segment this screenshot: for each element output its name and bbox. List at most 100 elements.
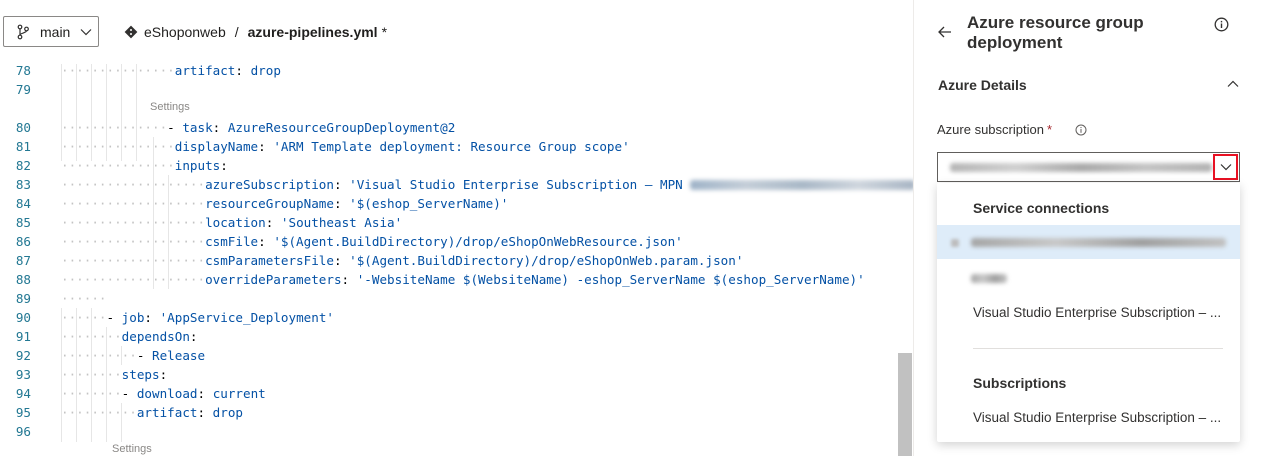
line-number: 78 [15, 64, 31, 78]
list-item[interactable]: Visual Studio Enterprise Subscription – … [937, 401, 1240, 435]
line-number: 89 [15, 291, 31, 306]
code-line[interactable]: 92 ··········- Release [0, 346, 913, 365]
redacted-value [690, 180, 913, 190]
field-label-azure-subscription: Azure subscription * [937, 122, 1052, 137]
indent-guide [76, 64, 77, 161]
code-line[interactable]: 91 ········dependsOn: [0, 327, 913, 346]
line-number: 96 [15, 424, 31, 439]
divider [973, 348, 1223, 349]
code-text: ······ [61, 291, 107, 306]
dropdown-toggle-button[interactable] [1213, 154, 1238, 180]
line-number: 92 [15, 348, 31, 363]
line-number: 83 [15, 177, 31, 192]
code-text: ···············artifact: drop [61, 64, 281, 78]
code-text: ···············inputs: [61, 158, 228, 173]
indent-guide [76, 308, 77, 442]
azure-subscription-select[interactable] [937, 152, 1240, 182]
indent-guide [121, 64, 122, 161]
chevron-down-icon [80, 28, 92, 35]
code-line[interactable]: 85 ···················location: 'Southeas… [0, 213, 913, 232]
redacted-value [950, 163, 1212, 172]
indent-guide [136, 64, 137, 161]
task-assistant-panel: Azure resource group deployment Azure De… [914, 0, 1265, 456]
chevron-down-icon [1220, 164, 1231, 171]
list-item-label: Visual Studio Enterprise Subscription – … [973, 305, 1222, 320]
settings-codelens[interactable]: Settings [150, 101, 190, 113]
code-text: ··········- Release [61, 348, 206, 363]
breadcrumb: eShoponweb / azure-pipelines.yml * [124, 24, 387, 40]
indent-guide [91, 64, 92, 161]
list-item[interactable] [937, 225, 1240, 259]
redacted-value [971, 238, 1226, 247]
indent-guide [91, 308, 92, 442]
line-number: 91 [15, 329, 31, 344]
breadcrumb-separator: / [234, 24, 239, 40]
code-line[interactable]: 89 ······ [0, 289, 913, 308]
code-text: ···················resourceGroupName: '$… [61, 196, 509, 211]
branch-label: main [40, 23, 71, 40]
file-name: azure-pipelines.yml [247, 24, 378, 40]
line-number: 93 [15, 367, 31, 382]
editor-header: main eShoponweb / azure-pipelines.yml * [0, 0, 913, 64]
code-line[interactable]: 90 ······- job: 'AppService_Deployment' [0, 308, 913, 327]
field-label-text: Azure subscription [937, 122, 1044, 137]
chevron-up-icon[interactable] [1227, 80, 1239, 88]
code-line[interactable]: 86 ···················csmFile: '$(Agent.B… [0, 232, 913, 251]
git-repo-icon [124, 25, 138, 39]
indent-guide [61, 308, 62, 442]
indent-guide [106, 64, 107, 161]
indent-guide [61, 64, 62, 161]
line-number: 81 [15, 139, 31, 154]
unsaved-marker: * [381, 24, 388, 40]
repo-name-link[interactable]: eShoponweb [144, 24, 226, 40]
indent-guide [153, 137, 154, 289]
code-text: ······- job: 'AppService_Deployment' [61, 310, 334, 325]
line-number: 88 [15, 272, 31, 287]
subscription-dropdown-list: Service connections Visual Studio Enterp… [937, 183, 1240, 442]
line-number: 95 [15, 405, 31, 420]
code-line[interactable]: 87 ···················csmParametersFile: … [0, 251, 913, 270]
info-icon[interactable] [1075, 124, 1087, 136]
line-number: 94 [15, 386, 31, 401]
code-text: ···················csmParametersFile: '$… [61, 253, 744, 268]
branch-icon [17, 24, 29, 39]
code-line[interactable]: 96 [0, 422, 913, 441]
yaml-code-editor[interactable]: Settings Settings 78 ···············artif… [0, 64, 913, 456]
code-text: ··········artifact: drop [61, 405, 244, 420]
info-icon[interactable] [1214, 17, 1229, 32]
indent-guide [121, 403, 122, 442]
branch-selector[interactable]: main [3, 16, 99, 47]
line-number: 90 [15, 310, 31, 325]
required-marker: * [1046, 122, 1053, 137]
line-number: 86 [15, 234, 31, 249]
line-number: 79 [15, 82, 31, 97]
line-number: 84 [15, 196, 31, 211]
code-line[interactable]: 95 ··········artifact: drop [0, 403, 913, 422]
line-number: 80 [15, 120, 31, 135]
code-line[interactable]: 84 ···················resourceGroupName: … [0, 194, 913, 213]
code-text: ···················azureSubscription: 'V… [61, 177, 683, 192]
list-item[interactable] [937, 261, 1240, 295]
list-item-label: Visual Studio Enterprise Subscription – … [973, 410, 1222, 425]
group-header-service-connections: Service connections [973, 200, 1110, 216]
code-text: ···················csmFile: '$(Agent.Bui… [61, 234, 683, 249]
redacted-value [971, 274, 1007, 283]
code-text: ···················overrideParameters: '… [61, 272, 865, 287]
panel-title: Azure resource group deployment [967, 13, 1144, 52]
indent-guide [106, 327, 107, 442]
code-text: ········dependsOn: [61, 329, 198, 344]
redacted-icon [951, 239, 959, 247]
code-line[interactable]: 94 ········- download: current [0, 384, 913, 403]
group-header-subscriptions: Subscriptions [973, 375, 1067, 391]
list-item[interactable]: Visual Studio Enterprise Subscription – … [937, 296, 1240, 330]
code-line[interactable]: 88 ···················overrideParameters:… [0, 270, 913, 289]
indent-guide [121, 346, 122, 365]
line-number: 85 [15, 215, 31, 230]
code-text: ···············displayName: 'ARM Templat… [61, 139, 630, 154]
back-arrow-icon[interactable] [938, 26, 952, 38]
code-text: ···················location: 'Southeast … [61, 215, 403, 230]
section-azure-details[interactable]: Azure Details [938, 77, 1027, 93]
code-line[interactable]: 93 ········steps: [0, 365, 913, 384]
settings-codelens[interactable]: Settings [112, 443, 152, 455]
line-number: 87 [15, 253, 31, 268]
